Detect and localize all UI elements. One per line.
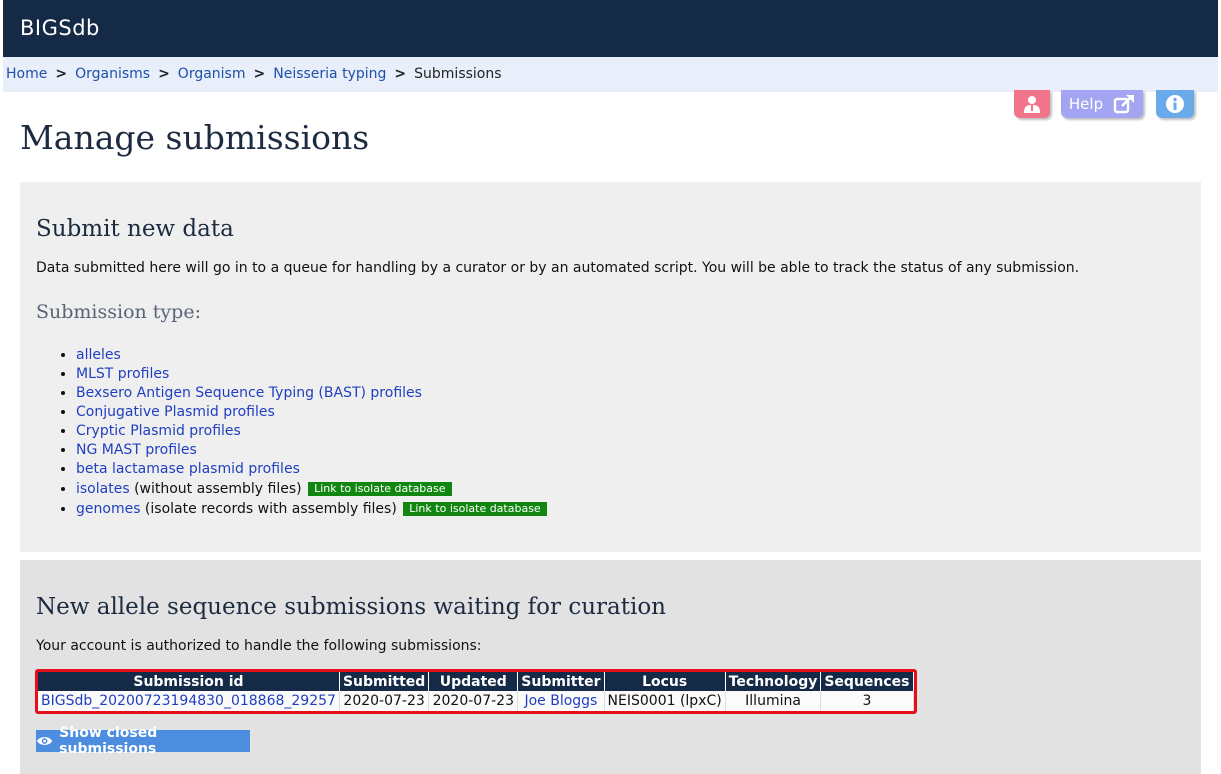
pending-submissions-panel: New allele sequence submissions waiting … (20, 560, 1201, 774)
help-button[interactable]: Help (1061, 90, 1143, 118)
user-icon (1024, 96, 1040, 113)
submit-description: Data submitted here will go in to a queu… (36, 260, 1080, 276)
table-row: BIGSdb_20200723194830_018868_29257 2020-… (38, 691, 914, 711)
list-item: Conjugative Plasmid profiles (76, 403, 547, 422)
list-item: genomes (isolate records with assembly f… (76, 499, 547, 519)
page-title: Manage submissions (20, 118, 370, 157)
breadcrumb-separator: > (158, 66, 170, 82)
info-button[interactable] (1156, 90, 1194, 118)
cell-technology: Illumina (725, 691, 822, 711)
list-item: Bexsero Antigen Sequence Typing (BAST) p… (76, 384, 547, 403)
cell-locus: NEIS0001 (lpxC) (604, 691, 726, 711)
cell-submission-id: BIGSdb_20200723194830_018868_29257 (38, 691, 340, 711)
isolate-database-link[interactable]: Link to isolate database (308, 482, 452, 496)
list-item: MLST profiles (76, 365, 547, 384)
column-header-submission-id[interactable]: Submission id (38, 672, 340, 691)
column-header-sequences[interactable]: Sequences (820, 672, 914, 691)
breadcrumb-separator: > (394, 66, 407, 82)
submission-type-heading: Submission type: (36, 301, 201, 323)
submitter-link[interactable]: Joe Bloggs (524, 693, 597, 709)
isolates-note: (without assembly files) (129, 481, 307, 497)
list-item: alleles (76, 346, 547, 365)
breadcrumb-neisseria-typing[interactable]: Neisseria typing (273, 66, 386, 82)
user-account-button[interactable] (1014, 90, 1050, 118)
submit-ng-mast-link[interactable]: NG MAST profiles (76, 442, 197, 458)
submissions-table-highlight: Submission id Submitted Updated Submitte… (35, 669, 917, 714)
breadcrumb-organisms[interactable]: Organisms (75, 66, 150, 82)
pending-heading: New allele sequence submissions waiting … (36, 594, 666, 620)
top-header-bar: BIGSdb (3, 0, 1218, 57)
cell-updated: 2020-07-23 (428, 691, 519, 711)
submissions-table: Submission id Submitted Updated Submitte… (38, 672, 914, 711)
breadcrumb-current: Submissions (414, 66, 502, 82)
submit-beta-lactamase-link[interactable]: beta lactamase plasmid profiles (76, 461, 300, 477)
list-item: isolates (without assembly files) Link t… (76, 479, 547, 499)
info-icon (1166, 95, 1184, 113)
submit-heading: Submit new data (36, 216, 234, 242)
submit-genomes-link[interactable]: genomes (76, 501, 140, 517)
brand-title[interactable]: BIGSdb (20, 16, 100, 40)
breadcrumb: Home > Organisms > Organism > Neisseria typing… (3, 57, 1218, 92)
genomes-note: (isolate records with assembly files) (140, 501, 402, 517)
column-header-locus[interactable]: Locus (604, 672, 726, 691)
breadcrumb-separator: > (253, 66, 266, 82)
submit-mlst-profiles-link[interactable]: MLST profiles (76, 366, 169, 382)
list-item: NG MAST profiles (76, 441, 547, 460)
submit-alleles-link[interactable]: alleles (76, 347, 121, 363)
breadcrumb-separator: > (55, 66, 68, 82)
column-header-updated[interactable]: Updated (428, 672, 519, 691)
submit-bast-profiles-link[interactable]: Bexsero Antigen Sequence Typing (BAST) p… (76, 385, 422, 401)
list-item: beta lactamase plasmid profiles (76, 460, 547, 479)
submission-id-link[interactable]: BIGSdb_20200723194830_018868_29257 (41, 693, 336, 709)
breadcrumb-organism[interactable]: Organism (178, 66, 246, 82)
submit-conjugative-plasmid-link[interactable]: Conjugative Plasmid profiles (76, 404, 275, 420)
list-item: Cryptic Plasmid profiles (76, 422, 547, 441)
submit-isolates-link[interactable]: isolates (76, 481, 130, 497)
show-closed-label: Show closed submissions (59, 725, 158, 757)
column-header-submitted[interactable]: Submitted (339, 672, 430, 691)
external-link-icon (1113, 95, 1135, 114)
help-label: Help (1068, 95, 1104, 113)
cell-submitter: Joe Bloggs (517, 691, 605, 711)
table-header-row: Submission id Submitted Updated Submitte… (38, 672, 914, 691)
pending-description: Your account is authorized to handle the… (36, 638, 482, 654)
submission-type-list: alleles MLST profiles Bexsero Antigen Se… (76, 346, 547, 519)
submit-new-data-panel: Submit new data Data submitted here will… (20, 182, 1201, 552)
breadcrumb-home[interactable]: Home (6, 66, 47, 82)
show-closed-submissions-button[interactable]: Show closed submissions (36, 725, 250, 757)
column-header-technology[interactable]: Technology (725, 672, 822, 691)
cell-submitted: 2020-07-23 (339, 691, 430, 711)
column-header-submitter[interactable]: Submitter (517, 672, 605, 691)
eye-icon (36, 737, 53, 745)
submit-cryptic-plasmid-link[interactable]: Cryptic Plasmid profiles (76, 423, 241, 439)
cell-sequences: 3 (820, 691, 914, 711)
isolate-database-link[interactable]: Link to isolate database (403, 502, 547, 516)
